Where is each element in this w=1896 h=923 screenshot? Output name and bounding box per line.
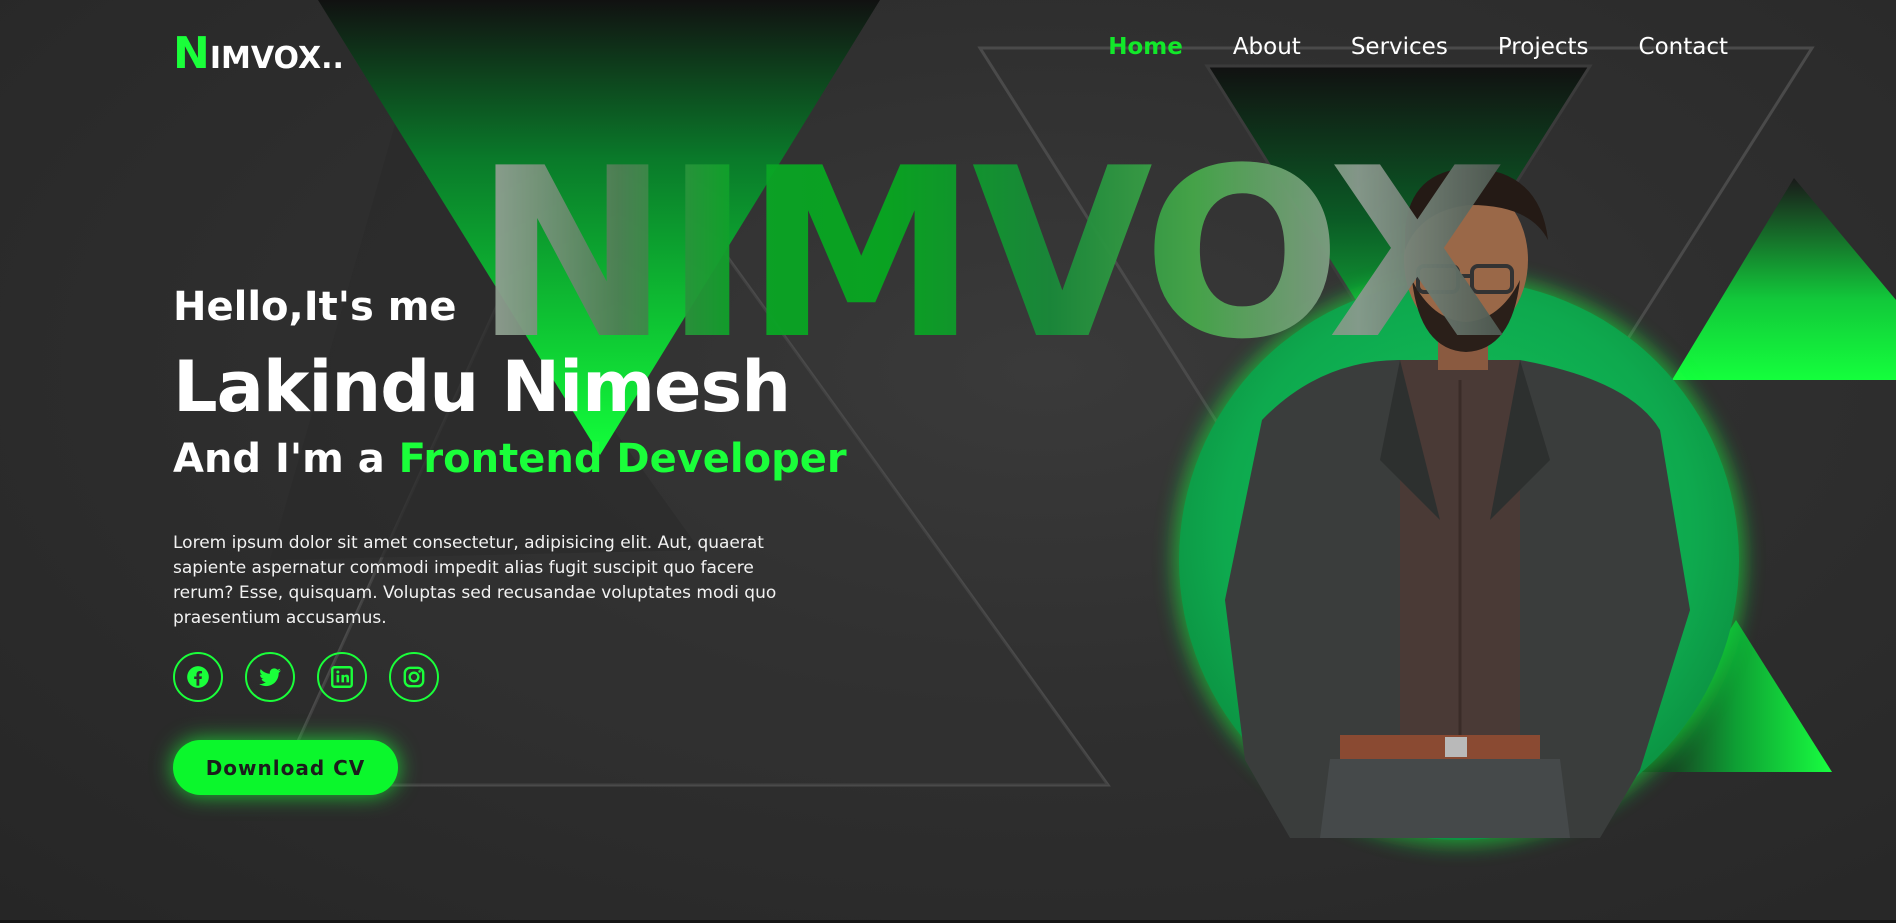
- linkedin-icon: [331, 666, 353, 688]
- logo-text: IMVOX..: [209, 41, 344, 76]
- nav-home[interactable]: Home: [1108, 34, 1183, 60]
- twitter-icon: [259, 668, 281, 687]
- instagram-icon: [403, 666, 425, 688]
- hero-role-highlight: Frontend Developer: [398, 436, 847, 482]
- logo[interactable]: NIMVOX..: [173, 28, 344, 79]
- nav-services[interactable]: Services: [1351, 34, 1448, 60]
- nav-about[interactable]: About: [1233, 34, 1301, 60]
- hero-greeting: Hello,It's me: [173, 284, 457, 330]
- nav-contact[interactable]: Contact: [1639, 34, 1728, 60]
- facebook-link[interactable]: [173, 652, 223, 702]
- main-nav: Home About Services Projects Contact: [1108, 34, 1728, 60]
- twitter-link[interactable]: [245, 652, 295, 702]
- social-links: [173, 652, 439, 702]
- logo-first-letter: N: [173, 28, 210, 79]
- hero-description: Lorem ipsum dolor sit amet consectetur, …: [173, 533, 777, 628]
- facebook-icon: [187, 666, 209, 688]
- nav-projects[interactable]: Projects: [1498, 34, 1589, 60]
- linkedin-link[interactable]: [317, 652, 367, 702]
- hero-watermark: NIMVOX: [474, 119, 1508, 391]
- hero-name: Lakindu Nimesh: [173, 346, 791, 428]
- instagram-link[interactable]: [389, 652, 439, 702]
- hero-role-prefix: And I'm a: [173, 436, 399, 482]
- hero-role: And I'm a Frontend Developer: [173, 436, 847, 482]
- download-cv-button[interactable]: Download CV: [173, 740, 398, 795]
